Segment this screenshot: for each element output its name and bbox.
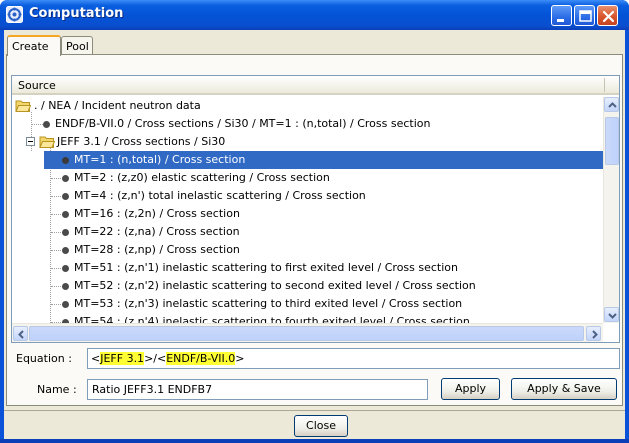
column-header-label: Source <box>18 79 56 92</box>
minimize-button[interactable] <box>551 5 572 26</box>
tree-line <box>51 250 61 251</box>
chevron-right-icon <box>592 330 598 339</box>
tree-rows: . / NEA / Incident neutron data ENDF/B-V… <box>12 97 603 323</box>
tree-row[interactable]: . / NEA / Incident neutron data <box>12 97 603 115</box>
leaf-node-icon <box>62 265 69 272</box>
leaf-node-icon <box>62 193 69 200</box>
tree-line <box>51 268 61 269</box>
vertical-scrollbar[interactable] <box>603 97 619 323</box>
chevron-left-icon <box>18 330 24 339</box>
computation-window: Computation Create Pool Source . / NEA /… <box>0 0 629 443</box>
horizontal-scroll-thumb[interactable] <box>29 326 584 341</box>
horizontal-scrollbar[interactable] <box>12 323 603 342</box>
close-icon <box>602 10 615 23</box>
leaf-node-icon <box>62 247 69 254</box>
tree-row[interactable]: MT=51 : (z,n'1) inelastic scattering to … <box>12 259 603 277</box>
tree-row[interactable]: MT=28 : (z,np) / Cross section <box>12 241 603 259</box>
tree-line <box>51 178 61 179</box>
folder-open-icon <box>39 136 55 148</box>
tree-line <box>51 304 61 305</box>
tree-line <box>51 286 61 287</box>
tree-row[interactable]: MT=4 : (z,n') total inelastic scattering… <box>12 187 603 205</box>
leaf-node-icon <box>62 157 69 164</box>
equation-field[interactable]: <JEFF 3.1>/<ENDF/B-VII.0> <box>87 348 620 369</box>
leaf-node-icon <box>62 175 69 182</box>
window-bottom-border <box>0 439 629 443</box>
tab-create[interactable]: Create <box>7 35 61 56</box>
tree-row[interactable]: MT=22 : (z,na) / Cross section <box>12 223 603 241</box>
tree-line <box>51 214 61 215</box>
tree-line <box>51 196 61 197</box>
window-client-area: Create Pool Source . / NEA / Incident ne… <box>4 30 625 439</box>
create-tab-panel: Source . / NEA / Incident neutron data E… <box>6 54 623 406</box>
computation-app-icon <box>6 6 23 23</box>
maximize-icon <box>579 10 592 22</box>
maximize-button[interactable] <box>574 5 595 26</box>
minimize-icon <box>557 19 564 22</box>
vertical-scroll-thumb[interactable] <box>605 117 619 165</box>
window-title: Computation <box>29 6 124 21</box>
apply-button[interactable]: Apply <box>441 378 500 400</box>
leaf-node-icon <box>43 121 50 128</box>
leaf-node-icon <box>62 283 69 290</box>
close-window-button[interactable] <box>597 5 618 26</box>
collapse-toggle-icon[interactable] <box>26 137 35 146</box>
tree-row[interactable]: MT=52 : (z,n'2) inelastic scattering to … <box>12 277 603 295</box>
tree-row-selected[interactable]: MT=1 : (n,total) / Cross section <box>44 151 603 169</box>
chevron-up-icon <box>608 102 617 108</box>
name-input[interactable]: Ratio JEFF3.1 ENDFB7 <box>87 379 428 400</box>
scroll-left-button[interactable] <box>13 326 28 341</box>
column-header-source[interactable]: Source <box>12 76 619 95</box>
tree-line <box>51 232 61 233</box>
name-label: Name : <box>37 383 77 396</box>
tab-pool[interactable]: Pool <box>61 36 93 56</box>
tree-row[interactable]: ENDF/B-VII.0 / Cross sections / Si30 / M… <box>12 115 603 133</box>
folder-open-icon <box>15 100 31 112</box>
leaf-node-icon <box>62 229 69 236</box>
scroll-down-button[interactable] <box>604 307 619 322</box>
source-tree-view[interactable]: Source . / NEA / Incident neutron data E… <box>11 75 620 343</box>
leaf-node-icon <box>62 301 69 308</box>
close-button[interactable]: Close <box>294 415 348 437</box>
leaf-node-icon <box>62 211 69 218</box>
tree-row[interactable]: MT=54 : (z,n'4) inelastic scattering to … <box>12 313 603 323</box>
tree-row[interactable]: JEFF 3.1 / Cross sections / Si30 <box>12 133 603 151</box>
tree-row[interactable]: MT=16 : (z,2n) / Cross section <box>12 205 603 223</box>
title-bar[interactable]: Computation <box>0 0 629 30</box>
equation-label: Equation : <box>16 352 72 365</box>
chevron-down-icon <box>608 313 617 319</box>
scroll-up-button[interactable] <box>604 97 619 112</box>
footer-separator <box>4 410 625 411</box>
scroll-right-button[interactable] <box>586 326 601 341</box>
tree-row[interactable]: MT=2 : (z,z0) elastic scattering / Cross… <box>12 169 603 187</box>
column-divider <box>604 78 605 92</box>
tree-row[interactable]: MT=53 : (z,n'3) inelastic scattering to … <box>12 295 603 313</box>
apply-and-save-button[interactable]: Apply & Save <box>511 378 617 400</box>
